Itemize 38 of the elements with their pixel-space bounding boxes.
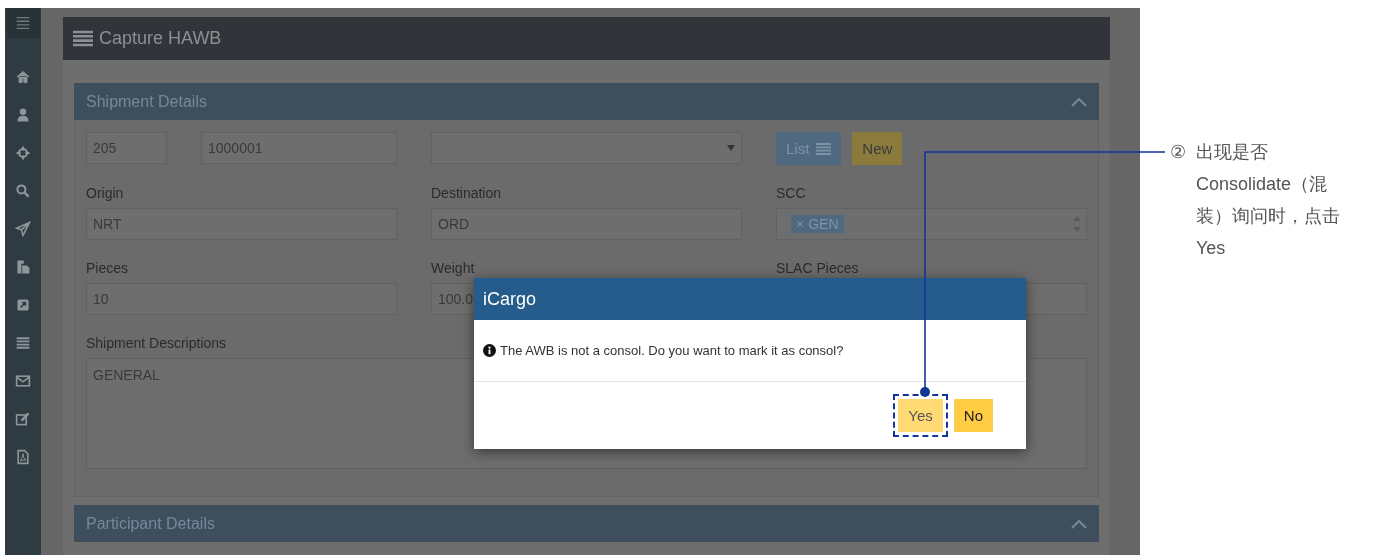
user-icon[interactable]: [15, 107, 31, 123]
copy-icon[interactable]: [15, 259, 31, 275]
field-label: Origin: [86, 185, 124, 201]
dropdown-caret-icon: [727, 145, 735, 151]
dialog-message: The AWB is not a consol. Do you want to mark it as consol?: [500, 343, 844, 358]
chevron-up-icon[interactable]: [1071, 518, 1087, 529]
panel-header[interactable]: Shipment Details: [74, 83, 1099, 120]
crosshair-icon[interactable]: [15, 145, 31, 161]
edit-icon[interactable]: [15, 411, 31, 427]
page-title: Capture HAWB: [99, 28, 222, 49]
field-label: SCC: [776, 185, 806, 201]
annotation-text: 出现是否Consolidate（混装）询问时，点击Yes: [1196, 141, 1341, 260]
field-label: SLAC Pieces: [776, 260, 859, 276]
info-icon: [483, 344, 496, 357]
chevron-up-icon[interactable]: [1071, 96, 1087, 107]
no-button[interactable]: No: [953, 399, 993, 432]
menu-icon[interactable]: [14, 14, 32, 32]
panel-title: Shipment Details: [86, 92, 207, 111]
field-label: Pieces: [86, 260, 129, 276]
external-link-icon[interactable]: [15, 297, 31, 313]
pdf-file-icon[interactable]: [15, 449, 31, 465]
select-field[interactable]: [431, 132, 742, 164]
field-label: Destination: [431, 185, 502, 201]
envelope-icon[interactable]: [15, 373, 31, 389]
field-label: Weight: [431, 260, 475, 276]
new-button[interactable]: New: [852, 132, 903, 165]
list-icon[interactable]: [15, 335, 31, 351]
panel-header[interactable]: Participant Details: [74, 505, 1099, 542]
paper-plane-icon[interactable]: [15, 221, 31, 237]
field-label: Shipment Descriptions: [86, 335, 227, 351]
list-icon: [73, 30, 93, 47]
home-icon[interactable]: [15, 69, 31, 85]
panel-title: Participant Details: [86, 514, 215, 533]
search-icon[interactable]: [15, 183, 31, 199]
dialog-title: iCargo: [483, 288, 537, 310]
step-number: ②: [1170, 141, 1186, 164]
yes-button[interactable]: Yes: [898, 399, 943, 432]
list-icon: [816, 142, 832, 155]
